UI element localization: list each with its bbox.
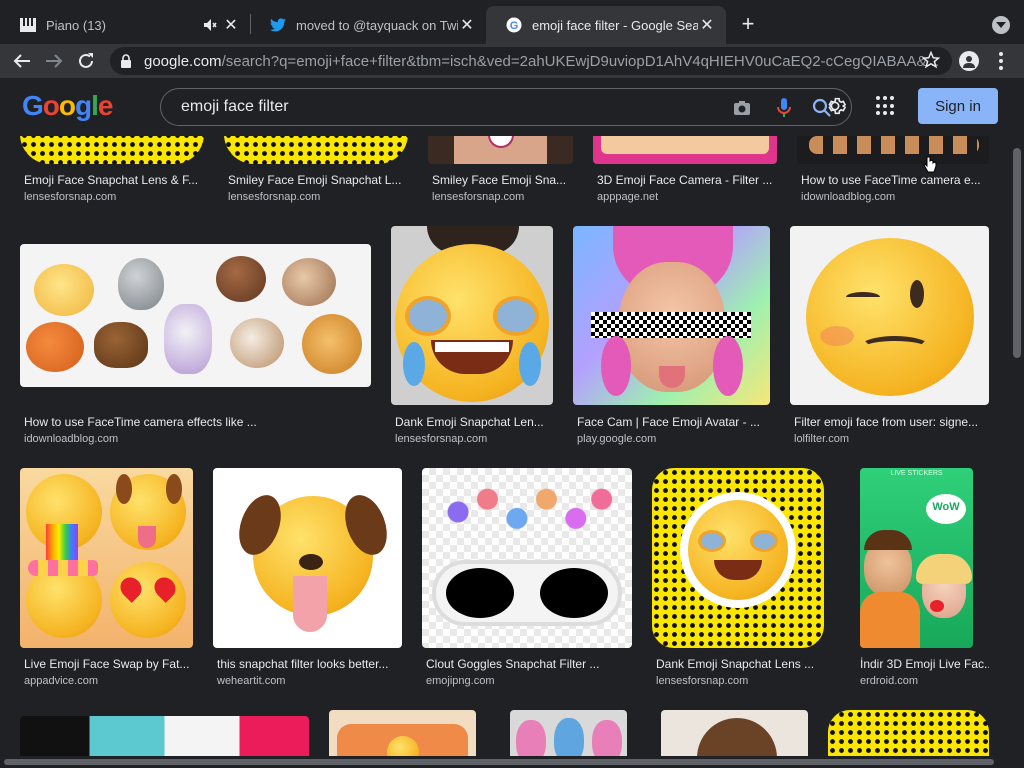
- horizontal-scroll-thumb[interactable]: [4, 759, 994, 765]
- result-title[interactable]: 3D Emoji Face Camera - Filter ...: [597, 173, 777, 187]
- piano-icon: [20, 17, 36, 33]
- sign-in-button[interactable]: Sign in: [918, 88, 998, 124]
- result-title[interactable]: İndir 3D Emoji Live Fac...: [860, 657, 989, 671]
- result-source[interactable]: emojipng.com: [426, 675, 632, 687]
- tab-title: Piano (13): [46, 17, 106, 33]
- twitter-icon: [270, 17, 286, 33]
- close-tab-icon[interactable]: ✕: [458, 16, 476, 34]
- image-result[interactable]: this snapchat filter looks better... weh…: [213, 468, 402, 688]
- result-source[interactable]: lensesforsnap.com: [656, 675, 824, 687]
- result-source[interactable]: lensesforsnap.com: [432, 191, 572, 203]
- google-icon: G: [506, 17, 522, 33]
- result-title[interactable]: Live Emoji Face Swap by Fat...: [24, 657, 193, 671]
- logo-letter: G: [22, 90, 44, 121]
- result-title[interactable]: Emoji Face Snapchat Lens & F...: [24, 173, 204, 187]
- google-apps-icon[interactable]: [876, 96, 896, 116]
- result-source[interactable]: lensesforsnap.com: [228, 191, 408, 203]
- result-title[interactable]: Filter emoji face from user: signe...: [794, 415, 989, 429]
- tab-title: moved to @tayquack on Twitter: [296, 17, 458, 33]
- back-button[interactable]: [10, 49, 34, 73]
- result-source[interactable]: apppage.net: [597, 191, 777, 203]
- tab-google-search[interactable]: G emoji face filter - Google Search ✕: [486, 6, 726, 44]
- image-result[interactable]: Face Cam | Face Emoji Avatar - ... play.…: [573, 226, 770, 446]
- result-thumbnail[interactable]: [20, 244, 371, 387]
- result-thumbnail[interactable]: [790, 226, 989, 405]
- result-title[interactable]: How to use FaceTime camera effects like …: [24, 415, 369, 429]
- close-tab-icon[interactable]: ✕: [222, 16, 240, 34]
- result-source[interactable]: idownloadblog.com: [24, 433, 369, 445]
- result-source[interactable]: weheartit.com: [217, 675, 402, 687]
- lock-icon[interactable]: [120, 54, 134, 68]
- live-stickers-caption: LIVE STICKERS: [890, 470, 943, 477]
- image-result[interactable]: Clout Goggles Snapchat Filter ... emojip…: [422, 468, 632, 688]
- image-result[interactable]: Dank Emoji Snapchat Len... lensesforsnap…: [391, 226, 553, 446]
- tab-search-icon[interactable]: [992, 16, 1010, 34]
- wow-sticker-text: WoW: [932, 501, 960, 513]
- image-result[interactable]: How to use FaceTime camera effects like …: [20, 226, 371, 446]
- result-title[interactable]: this snapchat filter looks better...: [217, 657, 402, 671]
- address-bar[interactable]: google.com/search?q=emoji+face+filter&tb…: [110, 47, 952, 75]
- mouse-cursor-icon: [923, 156, 937, 174]
- image-result[interactable]: Filter emoji face from user: signe... lo…: [790, 226, 989, 446]
- result-thumbnail[interactable]: [20, 468, 193, 648]
- result-thumbnail[interactable]: [573, 226, 770, 405]
- result-title[interactable]: Smiley Face Emoji Sna...: [432, 173, 572, 187]
- bookmark-star-icon[interactable]: [920, 49, 942, 71]
- result-source[interactable]: idownloadblog.com: [801, 191, 987, 203]
- result-thumbnail[interactable]: [652, 468, 824, 648]
- close-tab-icon[interactable]: ✕: [698, 16, 716, 34]
- microphone-icon[interactable]: [773, 97, 795, 119]
- result-source[interactable]: lensesforsnap.com: [24, 191, 204, 203]
- result-title[interactable]: Smiley Face Emoji Snapchat L...: [228, 173, 408, 187]
- image-result[interactable]: Live Emoji Face Swap by Fat... appadvice…: [20, 468, 193, 688]
- forward-button[interactable]: [42, 49, 66, 73]
- speaker-muted-icon[interactable]: [202, 17, 218, 33]
- tab-title: emoji face filter - Google Search: [532, 17, 698, 33]
- tab-strip: Piano (13) ✕ moved to @tayquack on Twitt…: [0, 0, 1024, 44]
- image-result[interactable]: LIVE STICKERS WoW İndir 3D Emoji Live Fa…: [844, 468, 989, 688]
- tab-twitter[interactable]: moved to @tayquack on Twitter ✕: [250, 6, 486, 44]
- result-thumbnail[interactable]: [213, 468, 402, 648]
- url-path: /search?q=emoji+face+filter&tbm=isch&ved…: [221, 52, 940, 70]
- camera-search-icon[interactable]: [731, 97, 753, 119]
- logo-letter: o: [58, 90, 76, 121]
- result-source[interactable]: erdroid.com: [860, 675, 989, 687]
- search-results-page: Emoji Face Snapchat Lens & F... lensesfo…: [0, 78, 1010, 768]
- profile-avatar-icon[interactable]: [959, 51, 979, 71]
- logo-letter: o: [42, 90, 60, 121]
- result-source[interactable]: lolfilter.com: [794, 433, 989, 445]
- settings-gear-icon[interactable]: [824, 95, 846, 117]
- vertical-scroll-thumb[interactable]: [1013, 148, 1021, 358]
- result-source[interactable]: lensesforsnap.com: [395, 433, 551, 445]
- result-thumbnail[interactable]: [391, 226, 553, 405]
- result-title[interactable]: Dank Emoji Snapchat Lens ...: [656, 657, 824, 671]
- vertical-scrollbar[interactable]: [1010, 78, 1024, 768]
- logo-letter: g: [75, 90, 92, 121]
- google-header: Google Sign in: [0, 78, 1010, 136]
- browser-toolbar: google.com/search?q=emoji+face+filter&tb…: [0, 44, 1024, 78]
- horizontal-scrollbar[interactable]: [0, 756, 1010, 768]
- result-title[interactable]: Clout Goggles Snapchat Filter ...: [426, 657, 632, 671]
- result-source[interactable]: play.google.com: [577, 433, 768, 445]
- browser-menu-icon[interactable]: [993, 52, 1009, 70]
- logo-letter: l: [91, 90, 99, 121]
- url-host: google.com: [144, 52, 222, 70]
- image-result[interactable]: Dank Emoji Snapchat Lens ... lensesforsn…: [652, 468, 824, 688]
- svg-text:G: G: [510, 20, 519, 32]
- result-thumbnail[interactable]: [422, 468, 632, 648]
- result-source[interactable]: appadvice.com: [24, 675, 193, 687]
- result-title[interactable]: How to use FaceTime camera e...: [801, 173, 987, 187]
- google-logo[interactable]: Google: [22, 90, 114, 122]
- new-tab-button[interactable]: +: [736, 11, 760, 36]
- reload-button[interactable]: [74, 49, 98, 73]
- search-box[interactable]: [160, 88, 852, 126]
- result-thumbnail[interactable]: LIVE STICKERS WoW: [860, 468, 973, 648]
- tab-piano[interactable]: Piano (13) ✕: [0, 6, 250, 44]
- result-title[interactable]: Face Cam | Face Emoji Avatar - ...: [577, 415, 768, 429]
- logo-letter: e: [97, 90, 114, 121]
- search-input[interactable]: [181, 98, 701, 116]
- url-text: google.com/search?q=emoji+face+filter&tb…: [144, 53, 952, 70]
- result-title[interactable]: Dank Emoji Snapchat Len...: [395, 415, 551, 429]
